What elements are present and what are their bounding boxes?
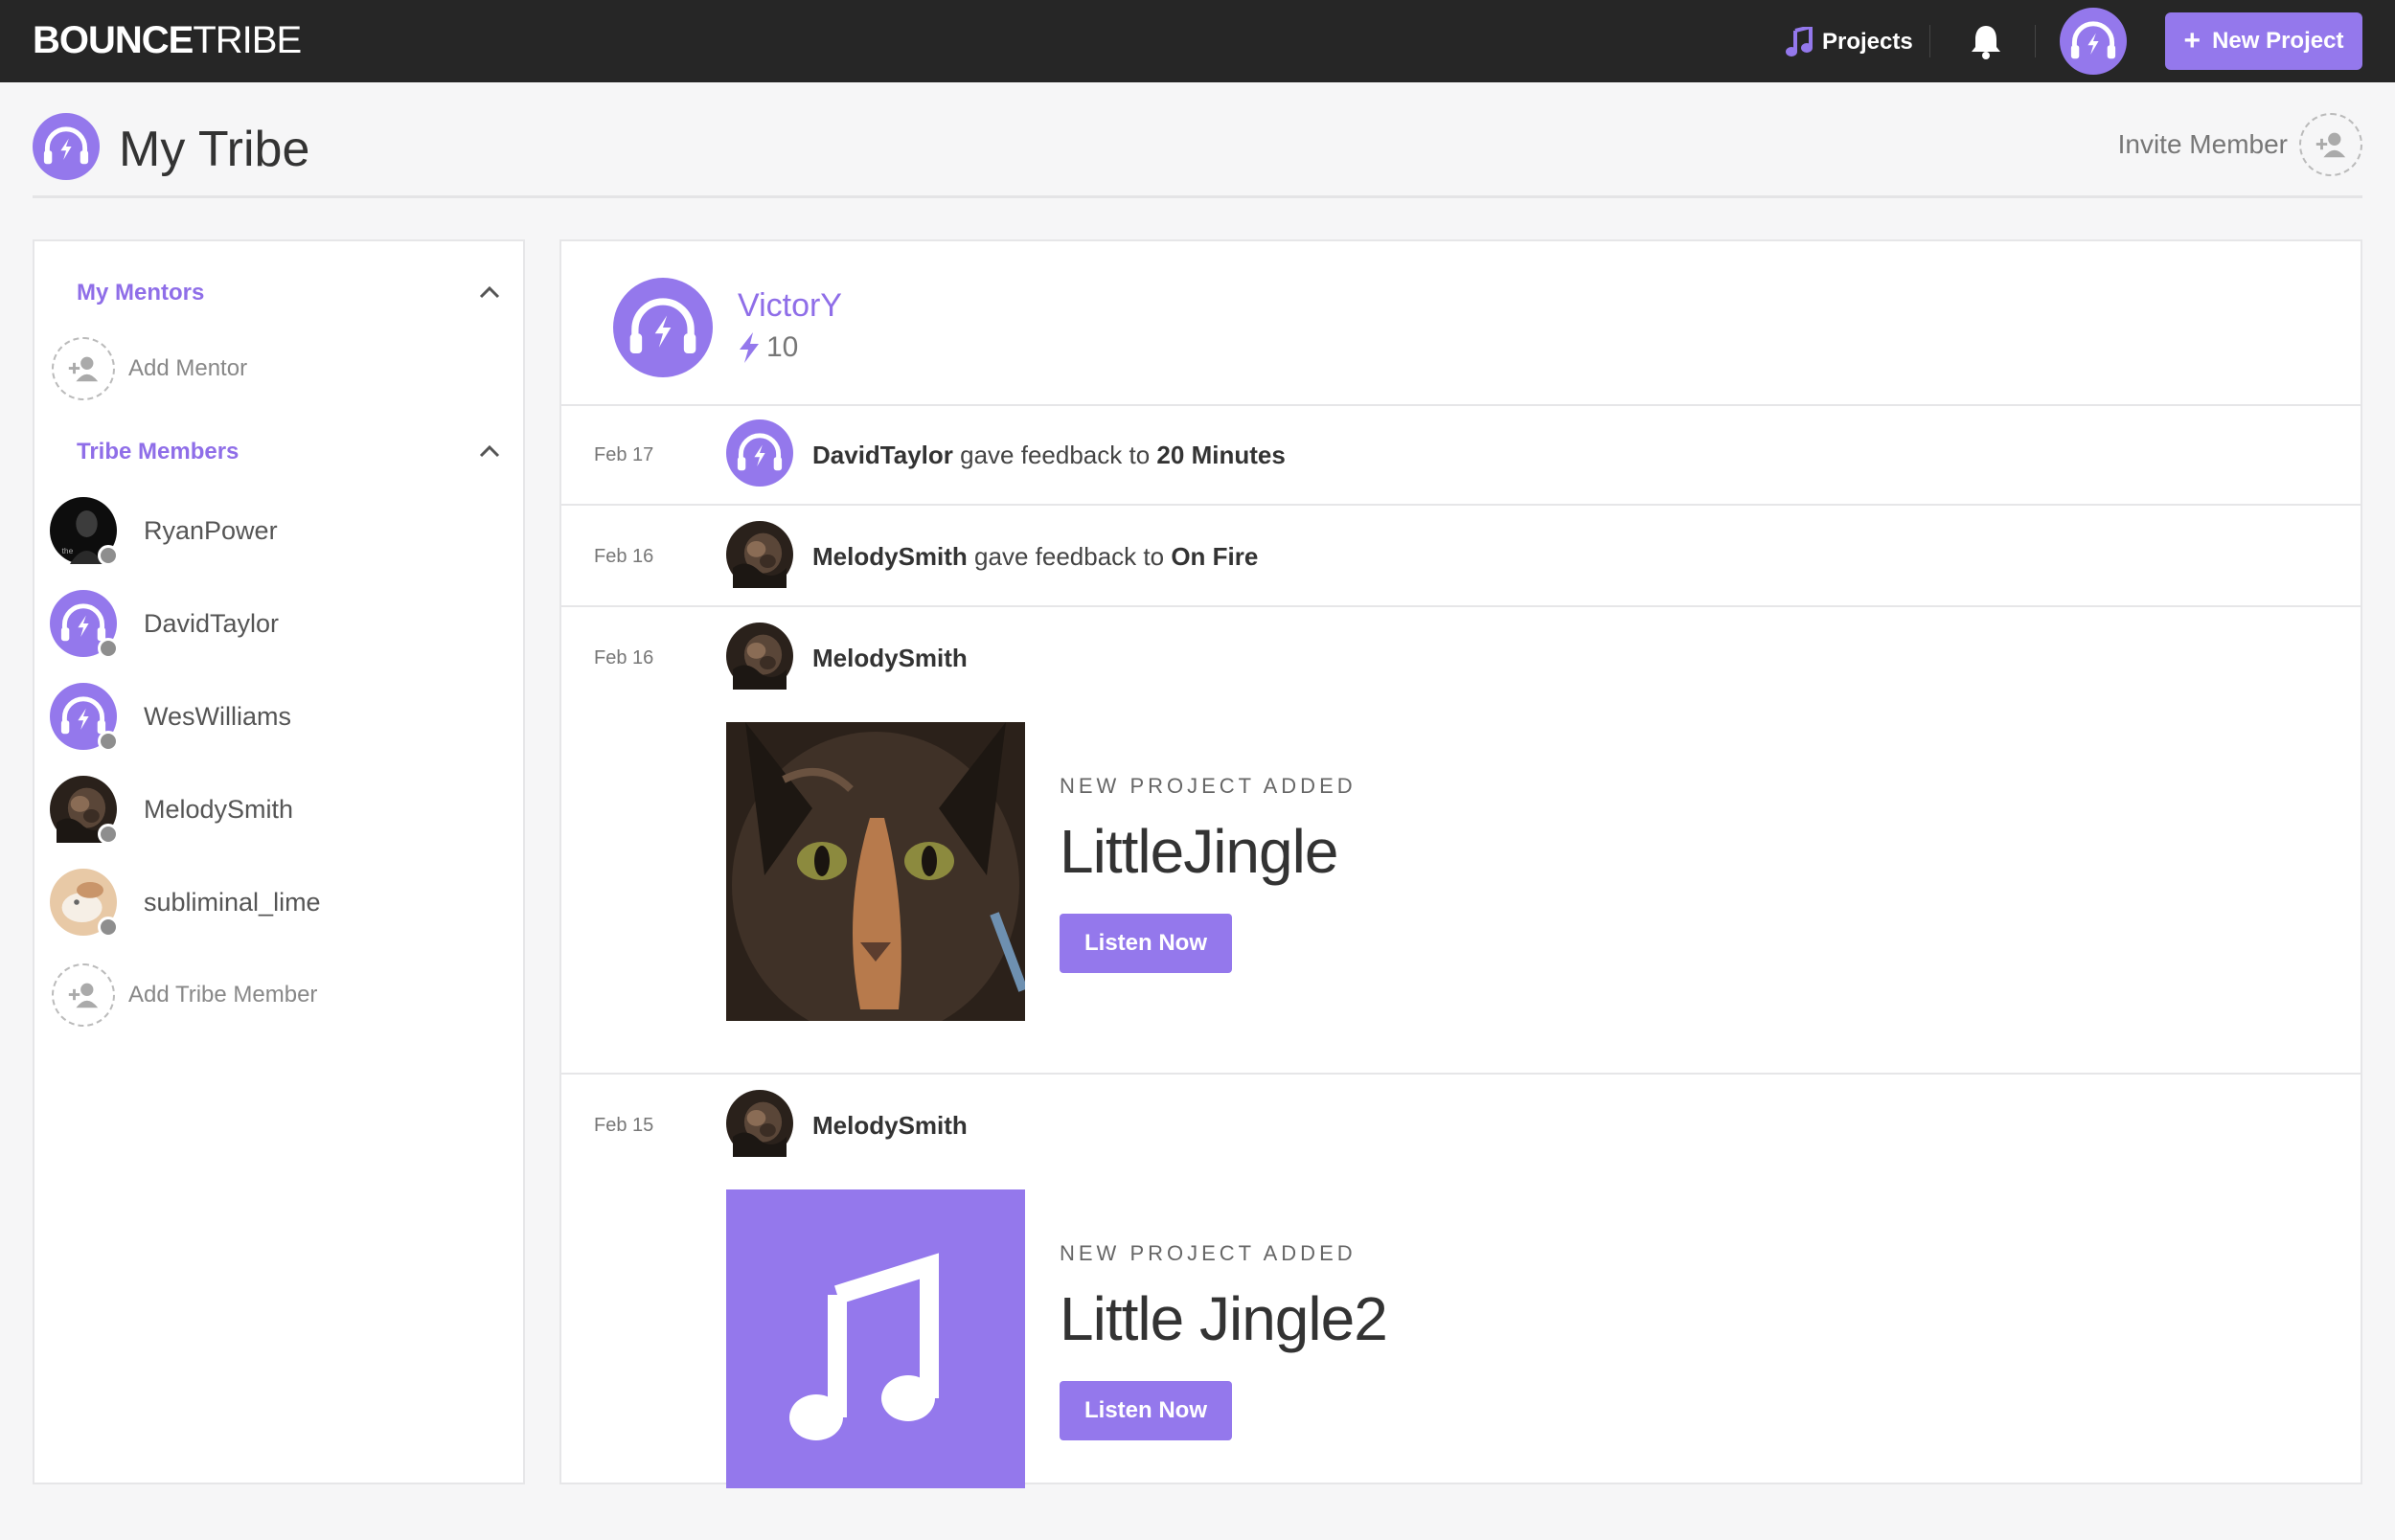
feed-user-avatar[interactable] [726,1090,793,1157]
feed-text: MelodySmith [812,1111,968,1141]
member-name: DavidTaylor [144,608,280,638]
page-header: My Tribe Invite Member [33,113,2362,198]
feed-user-avatar[interactable] [726,419,793,487]
projects-label: Projects [1822,29,1913,55]
member-name: MelodySmith [144,794,294,824]
tribe-avatar-icon [33,113,100,180]
tribe-member-item[interactable]: DavidTaylor [50,589,510,658]
member-name: WesWilliams [144,701,291,731]
member-avatar [50,683,117,750]
status-indicator [98,917,119,938]
feed-action: gave feedback to [960,441,1151,469]
feed-text: MelodySmith [812,644,968,673]
profile-username[interactable]: VictorY [738,287,842,325]
feed-user-link[interactable]: MelodySmith [812,644,968,672]
feed-text: DavidTaylor gave feedback to 20 Minutes [812,441,1286,470]
member-name: RyanPower [144,515,278,545]
feed-target-link[interactable]: On Fire [1171,542,1258,571]
add-person-icon [52,963,115,1027]
project-title[interactable]: LittleJingle [1060,816,1338,887]
feed-text: MelodySmith gave feedback to On Fire [812,542,1258,572]
notifications-bell-icon[interactable] [1970,23,2002,59]
member-avatar [50,590,117,657]
feed-date: Feb 15 [594,1115,654,1136]
invite-member-button[interactable]: Invite Member [2118,113,2362,176]
member-avatar [50,869,119,938]
page-title: My Tribe [119,122,310,177]
nav-divider [2035,25,2036,57]
music-note-icon [789,1253,939,1440]
new-project-button[interactable]: + New Project [2165,12,2362,70]
member-name: subliminal_lime [144,887,321,917]
chevron-up-icon[interactable] [479,285,500,299]
my-mentors-heading: My Mentors [77,280,205,306]
chevron-up-icon[interactable] [479,444,500,458]
tribe-member-item[interactable]: MelodySmith [50,775,510,845]
listen-now-button[interactable]: Listen Now [1060,1381,1232,1440]
logo-bold-text: BOUNCE [33,19,194,61]
feed-user-link[interactable]: DavidTaylor [812,441,953,469]
status-indicator [98,731,119,752]
tribe-members-heading: Tribe Members [77,439,240,464]
nav-divider [1929,25,1930,57]
score-value: 10 [766,331,799,363]
status-indicator [98,638,119,659]
user-avatar-menu[interactable] [2060,8,2127,75]
logo-light-text: TRIBE [193,19,302,61]
projects-nav-link[interactable]: Projects [1786,23,1913,61]
member-avatar [50,497,119,566]
top-navigation-bar: BOUNCETRIBE Projects + New Project [0,0,2395,82]
feed-date: Feb 17 [594,444,654,465]
feed-date: Feb 16 [594,546,654,567]
add-mentor-label: Add Mentor [128,355,248,381]
feed-user-avatar[interactable] [726,521,793,588]
project-artwork-image[interactable] [726,722,1025,1021]
feed-item-new-project: Feb 15 MelodySmith NEW PROJECT ADDED Lit… [561,1075,2361,1540]
activity-feed-panel: VictorY 10 Feb 17 DavidTaylor gave feedb… [559,239,2362,1488]
new-project-added-label: NEW PROJECT ADDED [1060,774,1357,798]
profile-summary: VictorY 10 [561,241,2361,406]
status-indicator [98,824,119,845]
invite-member-label: Invite Member [2117,129,2288,159]
tribe-sidebar: My Mentors Add Mentor Tribe Members Ryan… [33,239,525,1484]
feed-action: gave feedback to [974,542,1165,571]
tribe-member-item[interactable]: RyanPower [50,496,510,566]
feed-item: Feb 17 DavidTaylor gave feedback to 20 M… [561,404,2361,506]
status-indicator [98,545,119,566]
add-tribe-member-label: Add Tribe Member [128,982,318,1008]
new-project-label: New Project [2212,28,2344,54]
listen-now-button[interactable]: Listen Now [1060,914,1232,973]
tribe-member-item[interactable]: WesWilliams [50,682,510,751]
add-person-icon [52,337,115,400]
add-mentor-button[interactable]: Add Mentor [52,337,247,400]
project-title[interactable]: Little Jingle2 [1060,1283,1388,1354]
feed-user-link[interactable]: MelodySmith [812,1111,968,1140]
add-person-icon [2299,113,2362,176]
member-avatar [50,776,119,845]
bouncetribe-logo[interactable]: BOUNCETRIBE [33,19,302,62]
tribe-member-item[interactable]: subliminal_lime [50,868,510,938]
add-tribe-member-button[interactable]: Add Tribe Member [52,963,317,1027]
profile-avatar [613,278,713,377]
feed-user-avatar[interactable] [726,623,793,690]
profile-score: 10 [738,331,798,364]
bolt-icon [740,332,759,363]
plus-icon: + [2183,25,2201,57]
feed-date: Feb 16 [594,647,654,668]
new-project-added-label: NEW PROJECT ADDED [1060,1241,1357,1265]
feed-item-new-project: Feb 16 MelodySmith NEW PROJECT ADDED Lit… [561,607,2361,1075]
feed-target-link[interactable]: 20 Minutes [1156,441,1285,469]
feed-item: Feb 16 MelodySmith gave feedback to On F… [561,506,2361,607]
music-note-icon [1786,27,1813,57]
feed-user-link[interactable]: MelodySmith [812,542,968,571]
project-artwork-image[interactable] [726,1189,1025,1488]
